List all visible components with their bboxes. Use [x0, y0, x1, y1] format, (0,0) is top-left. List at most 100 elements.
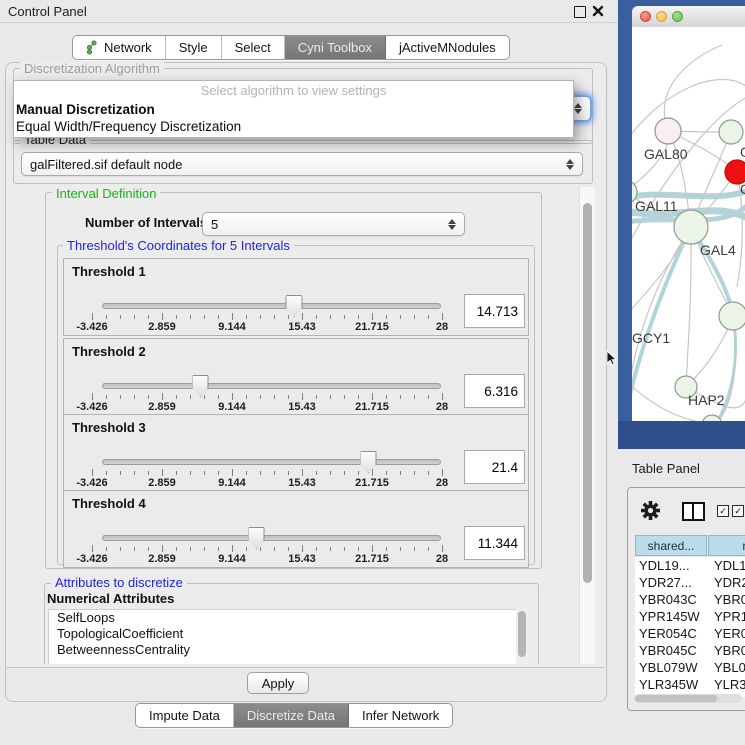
node-label: GAL11 [635, 198, 678, 214]
columns-icon[interactable] [682, 502, 705, 521]
number-of-intervals-combobox[interactable]: 5 [202, 212, 465, 236]
threshold-box: Threshold 3-3.4262.8599.14415.4321.71528 [63, 414, 529, 492]
cell-shared-name: YPR145W [639, 608, 700, 625]
apply-button[interactable]: Apply [247, 672, 309, 694]
tab-style[interactable]: Style [166, 36, 222, 59]
threshold-box: Threshold 1 -3.4262.8599.14415.4321.71528 [63, 258, 529, 336]
threshold-label: Threshold 1 [72, 264, 146, 279]
gear-icon[interactable] [641, 501, 660, 520]
tab-label: Cyni Toolbox [298, 40, 372, 55]
control-panel-title: Control Panel [8, 4, 87, 19]
cell-name: YLR3 [714, 676, 745, 693]
node-label: C [740, 181, 745, 197]
discretization-algorithm-group-title: Discretization Algorithm [20, 62, 164, 76]
application-window: Control Panel Network Style Select Cyni Too… [0, 0, 745, 745]
table-data-combobox[interactable]: galFiltered.sif default node [21, 152, 583, 176]
main-scrollbar[interactable] [579, 187, 595, 664]
node-label: G. [740, 144, 745, 160]
attributes-list-scrollbar-thumb[interactable] [518, 611, 526, 657]
number-of-intervals-value: 5 [211, 217, 218, 232]
combo-arrows-icon [448, 219, 456, 230]
table-row[interactable]: YDL19... YDL1 [635, 557, 745, 574]
attribute-item[interactable]: SelfLoops [49, 610, 517, 626]
network-node[interactable] [655, 118, 681, 144]
attributes-list-scrollbar[interactable] [516, 609, 529, 664]
network-nodes[interactable]: GAL80G.CGAL11GAL4GCY1HHAP2 [632, 118, 745, 421]
threshold-value-input[interactable] [464, 526, 525, 560]
checkbox-icon[interactable]: ✓ [732, 505, 744, 517]
table-row[interactable]: YBR045CYBR0 [635, 642, 745, 659]
cell-shared-name: YBL079W [639, 659, 698, 676]
column-header-name[interactable]: n [708, 535, 745, 556]
network-node[interactable] [719, 120, 743, 144]
network-frame-bottom [618, 421, 745, 449]
window-close-button[interactable] [640, 11, 651, 22]
cell-name: YDL1 [714, 557, 745, 574]
network-node[interactable] [719, 302, 745, 330]
cell-name: YDR2 [714, 574, 745, 591]
table-data-combobox-value: galFiltered.sif default node [30, 157, 182, 172]
slider-track[interactable] [102, 535, 441, 541]
threshold-box: Threshold 2-3.4262.8599.14415.4321.71528 [63, 338, 529, 416]
float-window-icon[interactable] [574, 6, 586, 18]
node-label: GAL4 [700, 242, 736, 258]
tab-select[interactable]: Select [222, 36, 285, 59]
numerical-attributes-label: Numerical Attributes [47, 591, 174, 606]
table-horizontal-scrollbar-thumb[interactable] [635, 695, 717, 702]
tab-impute-data[interactable]: Impute Data [136, 704, 234, 727]
table-row[interactable]: YBL079WYBL0 [635, 659, 745, 676]
threshold-label: Threshold 3 [72, 420, 146, 435]
table-row[interactable]: YLR345WYLR3 [635, 676, 745, 693]
network-icon [86, 40, 99, 55]
cell-name: YBR0 [714, 591, 745, 608]
slider-track[interactable] [102, 459, 441, 465]
window-zoom-button[interactable] [672, 11, 683, 22]
settings-scroll-viewport: Interval Definition Number of Intervals … [13, 187, 578, 664]
table-row[interactable]: YBR043C YBR0 [635, 591, 745, 608]
attribute-item[interactable]: BetweennessCentrality [49, 642, 517, 658]
table-horizontal-scrollbar[interactable] [634, 694, 742, 703]
combo-arrows-icon [566, 159, 574, 170]
cell-shared-name: YBR043C [639, 591, 697, 608]
main-scrollbar-thumb[interactable] [583, 203, 592, 583]
table-panel-title: Table Panel [632, 461, 700, 476]
tab-infer-network[interactable]: Infer Network [349, 704, 452, 727]
cell-shared-name: YDL19... [639, 557, 690, 574]
tab-label: Style [179, 40, 208, 55]
close-icon[interactable] [592, 5, 604, 17]
thresholds-group-title: Threshold's Coordinates for 5 Intervals [63, 239, 294, 253]
cell-shared-name: YBR045C [639, 642, 697, 659]
threshold-value-input[interactable] [464, 374, 525, 408]
network-canvas[interactable]: GAL80G.CGAL11GAL4GCY1HHAP2 [632, 27, 745, 421]
attribute-item[interactable]: TopologicalCoefficient [49, 626, 517, 642]
attributes-list[interactable]: SelfLoopsTopologicalCoefficientBetweenne… [48, 609, 518, 664]
mouse-cursor [606, 350, 618, 366]
tab-discretize-data[interactable]: Discretize Data [234, 704, 349, 727]
tab-label: Select [235, 40, 271, 55]
threshold-label: Threshold 2 [72, 344, 146, 359]
tab-jactivemnodules[interactable]: jActiveMNodules [386, 36, 509, 59]
window-minimize-button[interactable] [656, 11, 667, 22]
threshold-value-input[interactable] [464, 294, 525, 328]
slider-track[interactable] [102, 383, 441, 389]
checkbox-icon[interactable]: ✓ [717, 505, 729, 517]
column-header-shared-name[interactable]: shared... [635, 535, 707, 556]
table-panel: ✓ ✓ shared... n YDL19... YDL1YDR27...YDR2… [627, 487, 745, 711]
table-row[interactable]: YER054CYER0 [635, 625, 745, 642]
tab-label: Impute Data [149, 708, 220, 723]
tab-network[interactable]: Network [73, 36, 166, 59]
table-row[interactable]: YDR27...YDR2 [635, 574, 745, 591]
popup-option-manual-discretization[interactable]: Manual Discretization [14, 101, 573, 118]
tab-label: Discretize Data [247, 708, 335, 723]
popup-option-equal-width-frequency[interactable]: Equal Width/Frequency Discretization [14, 118, 573, 135]
threshold-label: Threshold 4 [72, 496, 146, 511]
slider-track[interactable] [102, 303, 441, 309]
network-node[interactable] [674, 210, 708, 244]
table-row[interactable]: YPR145WYPR1 [635, 608, 745, 625]
threshold-value-input[interactable] [464, 450, 525, 484]
table-rows[interactable]: YDL19...YDL1YDR27...YDR2YBR043CYBR0YPR14… [635, 557, 745, 697]
slider-tick-labels: -3.4262.8599.14415.4321.71528 [92, 553, 442, 565]
popup-prompt: Select algorithm to view settings [14, 81, 573, 101]
tab-cyni-toolbox[interactable]: Cyni Toolbox [285, 36, 386, 59]
slider-tick-labels: -3.4262.8599.14415.4321.71528 [92, 321, 442, 333]
